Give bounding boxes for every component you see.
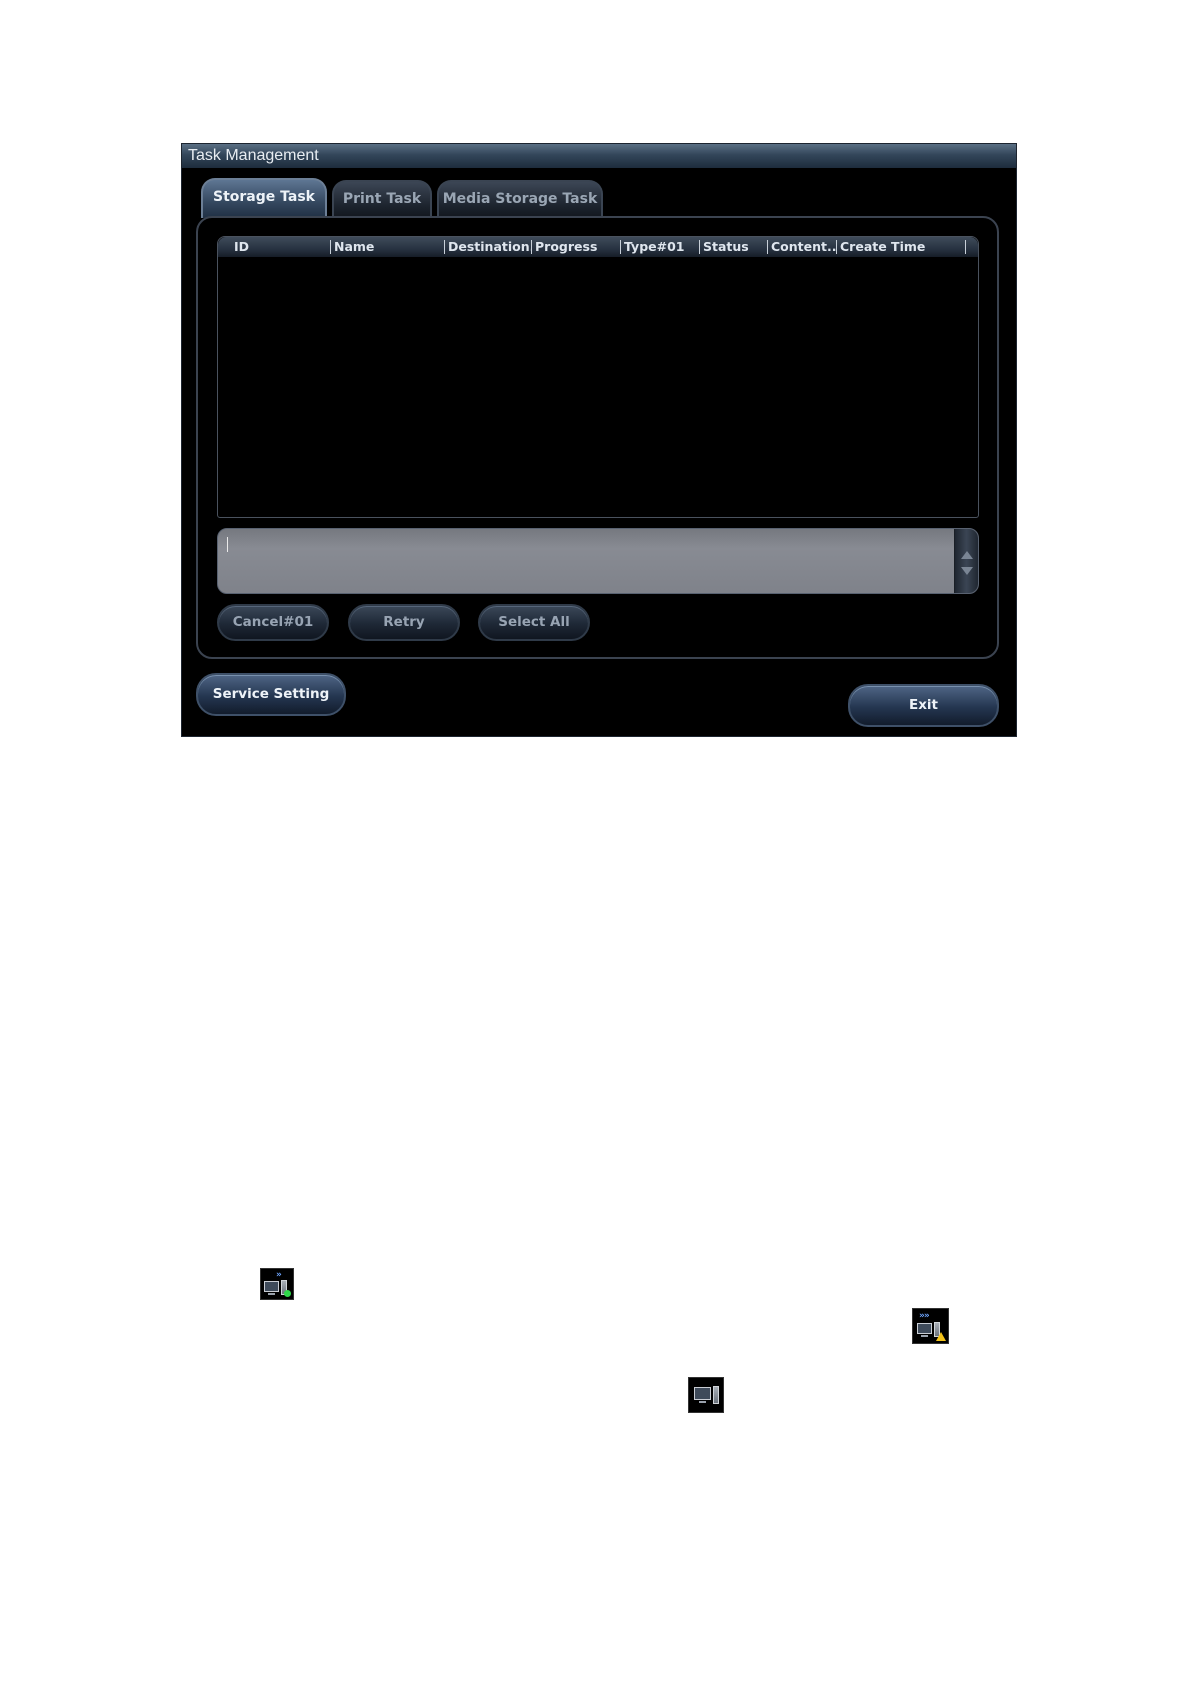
column-header-type[interactable]: Type#01 [620, 237, 699, 257]
tab-label: Print Task [342, 191, 422, 207]
column-header-id[interactable]: ID [218, 237, 330, 257]
column-header-name[interactable]: Name [330, 237, 444, 257]
column-header-content[interactable]: Content... [767, 237, 836, 257]
log-scrollbar[interactable] [954, 529, 978, 593]
cancel-button[interactable]: Cancel#01 [217, 604, 329, 641]
service-setting-button[interactable]: Service Setting [196, 673, 346, 716]
column-header-status[interactable]: Status [699, 237, 767, 257]
column-header-create-time[interactable]: Create Time [836, 237, 966, 257]
retry-button[interactable]: Retry [348, 604, 460, 641]
task-management-dialog: Task Management Storage Task Print Task … [181, 143, 1017, 737]
column-header-progress[interactable]: Progress [531, 237, 620, 257]
tab-label: Storage Task [213, 189, 315, 205]
select-all-button[interactable]: Select All [478, 604, 590, 641]
text-caret [227, 537, 228, 552]
task-table-header: ID Name Destination... Progress Type#01 … [218, 237, 978, 257]
tab-label: Media Storage Task [442, 191, 598, 207]
exit-button[interactable]: Exit [848, 684, 999, 727]
tab-storage-task[interactable]: Storage Task [201, 178, 327, 218]
network-task-failed-icon: »» [912, 1308, 949, 1344]
storage-task-panel: ID Name Destination... Progress Type#01 … [196, 216, 999, 659]
task-table[interactable]: ID Name Destination... Progress Type#01 … [217, 236, 979, 518]
tab-media-storage-task[interactable]: Media Storage Task [437, 180, 603, 218]
scroll-up-arrow-icon[interactable] [961, 551, 973, 559]
scroll-down-arrow-icon[interactable] [961, 567, 973, 575]
tab-print-task[interactable]: Print Task [332, 180, 432, 218]
column-header-destination[interactable]: Destination... [444, 237, 531, 257]
network-task-sending-icon: » [260, 1268, 294, 1300]
network-idle-icon [688, 1377, 724, 1413]
task-log-textarea[interactable] [217, 528, 979, 594]
dialog-title: Task Management [182, 144, 1016, 168]
